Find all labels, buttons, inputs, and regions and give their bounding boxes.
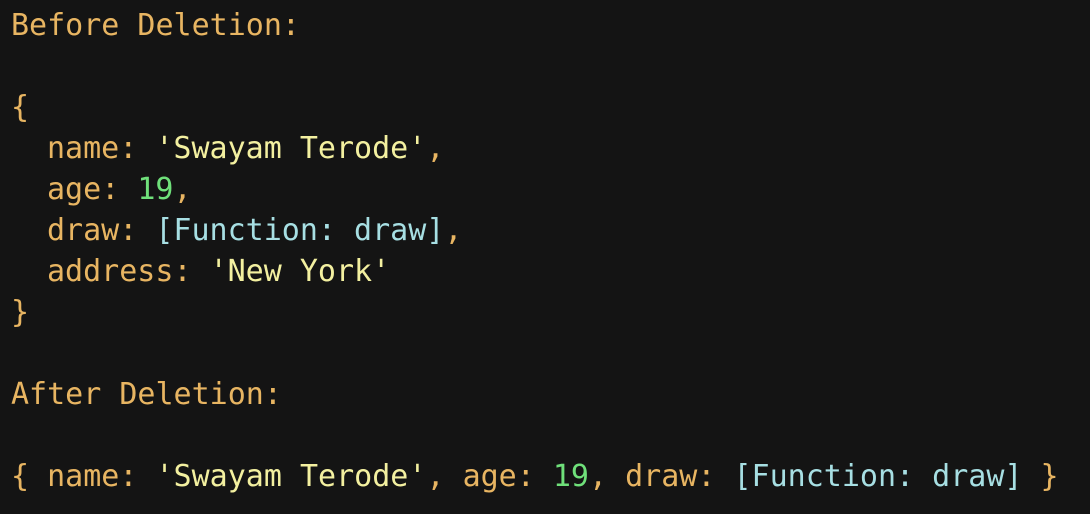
property-value: [Function: draw] [155, 213, 445, 248]
property-key: name [47, 131, 120, 166]
property-value: 'Swayam Terode' [155, 459, 427, 494]
terminal-output: Before Deletion: { name: 'Swayam Terode'… [0, 0, 1090, 514]
after-open-brace: { [11, 459, 30, 494]
before-close-brace: } [11, 295, 30, 330]
property-key: draw [47, 213, 120, 248]
comma: , [426, 459, 463, 494]
property-value: 19 [552, 459, 589, 494]
before-property-address: address: 'New York' [11, 251, 1090, 292]
after-deletion-heading: After Deletion: [11, 377, 282, 412]
property-value: 'Swayam Terode' [155, 131, 427, 166]
colon: : [119, 459, 156, 494]
property-key: age [47, 172, 102, 207]
property-key: name [47, 459, 120, 494]
property-value: [Function: draw] [733, 459, 1023, 494]
comma: , [173, 172, 192, 207]
property-key: address [47, 254, 174, 289]
after-object-line: { name: 'Swayam Terode', age: 19, draw: … [11, 456, 1090, 497]
before-property-age: age: 19, [11, 169, 1090, 210]
comma: , [444, 213, 463, 248]
property-key: age [462, 459, 517, 494]
colon: : [173, 254, 210, 289]
colon: : [101, 172, 138, 207]
colon: : [516, 459, 553, 494]
after-close-brace: } [1040, 459, 1059, 494]
comma: , [426, 131, 445, 166]
before-property-draw: draw: [Function: draw], [11, 210, 1090, 251]
before-open-brace: { [11, 90, 30, 125]
before-property-name: name: 'Swayam Terode', [11, 128, 1090, 169]
before-deletion-heading: Before Deletion: [11, 8, 300, 43]
colon: : [697, 459, 734, 494]
property-key: draw [625, 459, 698, 494]
colon: : [119, 213, 156, 248]
property-value: 19 [137, 172, 174, 207]
comma: , [589, 459, 626, 494]
property-value: 'New York' [209, 254, 391, 289]
colon: : [119, 131, 156, 166]
